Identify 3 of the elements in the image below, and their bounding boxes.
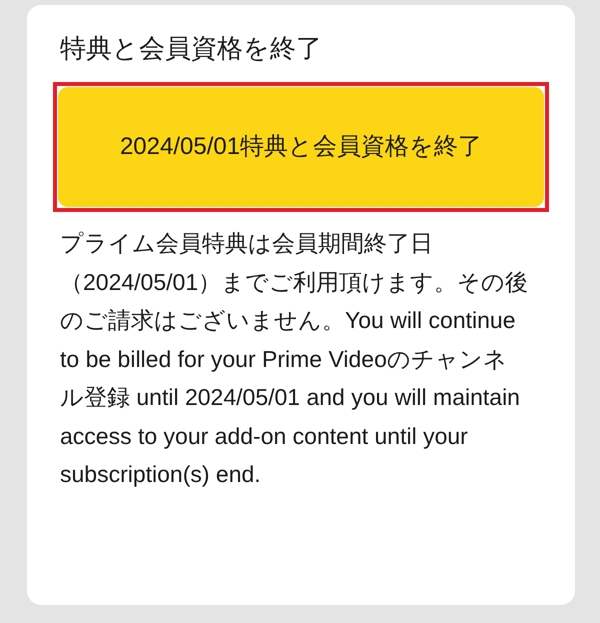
dialog-title: 特典と会員資格を終了 xyxy=(60,32,323,65)
end-membership-button[interactable]: 2024/05/01特典と会員資格を終了 xyxy=(58,87,544,207)
message-text: プライム会員特典は会員期間終了日（2024/05/01）までご利用頂けます。その後のご請求はございません。You will continue to be billed for your Prime Videoのチャンネル登録 until 2024/05/01 and you will maintain access to your add-on content until your subscription(s) end. xyxy=(60,229,530,489)
